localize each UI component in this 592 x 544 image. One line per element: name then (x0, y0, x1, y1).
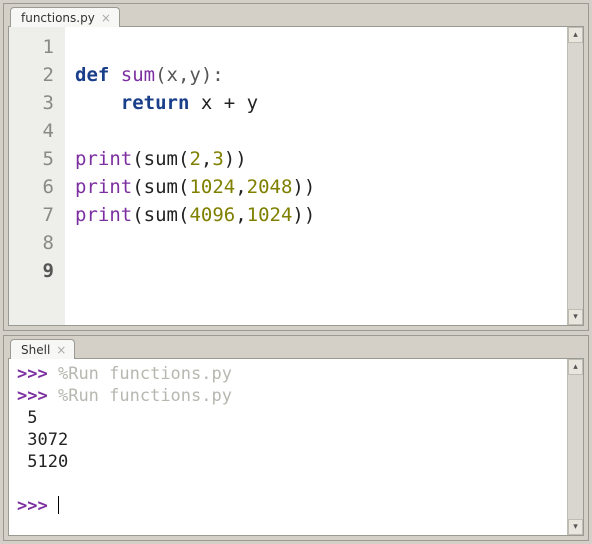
code-editor[interactable]: def sum(x,y): return x + y print(sum(2,3… (65, 27, 567, 325)
code-line-3: return x + y (75, 92, 258, 114)
editor-pane: functions.py × 1 2 3 4 5 6 7 8 9 def sum… (3, 3, 589, 331)
close-icon[interactable]: × (101, 12, 111, 24)
tab-label: Shell (21, 343, 50, 357)
editor-tabbar: functions.py × (4, 4, 588, 26)
scroll-up-icon[interactable]: ▴ (568, 27, 583, 43)
tab-shell[interactable]: Shell × (10, 339, 75, 359)
shell-pane: Shell × >>> %Run functions.py >>> %Run f… (3, 335, 589, 541)
shell-output: 3072 (17, 430, 68, 450)
shell-tabbar: Shell × (4, 336, 588, 358)
text-cursor (58, 496, 59, 514)
tab-functions-py[interactable]: functions.py × (10, 7, 120, 27)
shell-content: >>> %Run functions.py >>> %Run functions… (8, 358, 584, 536)
shell-prompt-line: >>> (17, 496, 59, 516)
code-line-6: print(sum(1024,2048)) (75, 176, 315, 198)
editor-scrollbar[interactable]: ▴ ▾ (567, 27, 583, 325)
close-icon[interactable]: × (56, 344, 66, 356)
scroll-up-icon[interactable]: ▴ (568, 359, 583, 375)
shell-scrollbar[interactable]: ▴ ▾ (567, 359, 583, 535)
scroll-track[interactable] (568, 43, 583, 309)
scroll-down-icon[interactable]: ▾ (568, 519, 583, 535)
tab-label: functions.py (21, 11, 95, 25)
scroll-track[interactable] (568, 375, 583, 519)
code-line-2: def sum(x,y): (75, 64, 224, 86)
shell-terminal[interactable]: >>> %Run functions.py >>> %Run functions… (9, 359, 567, 535)
line-number-gutter: 1 2 3 4 5 6 7 8 9 (9, 27, 65, 325)
shell-line: >>> %Run functions.py (17, 386, 232, 406)
code-line-7: print(sum(4096,1024)) (75, 204, 315, 226)
scroll-down-icon[interactable]: ▾ (568, 309, 583, 325)
code-line-5: print(sum(2,3)) (75, 148, 247, 170)
shell-output: 5120 (17, 452, 68, 472)
shell-output: 5 (17, 408, 38, 428)
shell-line: >>> %Run functions.py (17, 364, 232, 384)
editor-content: 1 2 3 4 5 6 7 8 9 def sum(x,y): return x… (8, 26, 584, 326)
